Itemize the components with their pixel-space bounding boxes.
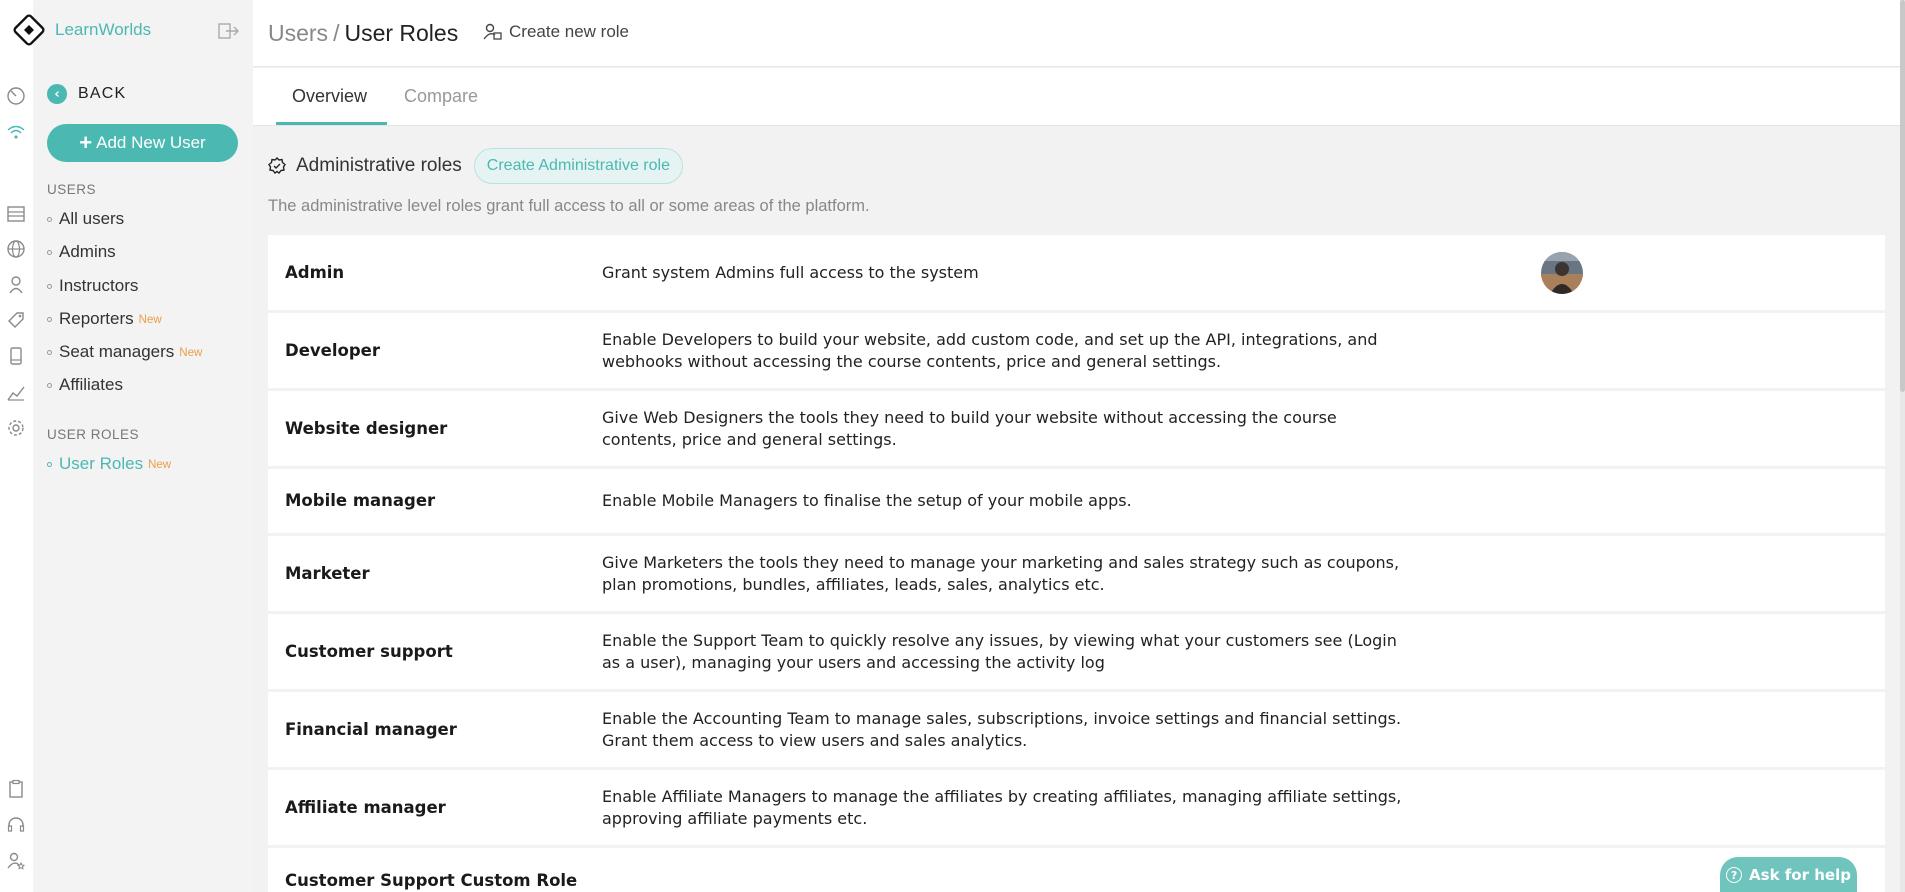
active-tab-indicator [276,122,387,125]
role-name: Admin [285,263,345,282]
new-badge: New [148,459,172,471]
bullet-icon [47,382,52,388]
sidebar-item-label: User Roles [59,454,144,473]
bullet-icon [47,349,52,355]
role-row-mobile-manager[interactable]: Mobile manager Enable Mobile Managers to… [268,469,1885,533]
sidebar-item-reporters[interactable]: Reporters New [47,309,162,329]
role-row-customer-support-custom-role[interactable]: Customer Support Custom Role [268,848,1885,892]
user-star-icon[interactable] [4,849,28,873]
top-bar: Users / User Roles Create new role [253,0,1905,67]
role-name: Mobile manager [285,491,436,510]
sidebar-item-label: Seat managers [59,342,175,361]
back-button[interactable]: ‹ BACK [47,84,126,104]
sidebar-item-label: Reporters [59,309,134,328]
role-description: Enable Developers to build your website,… [602,330,1378,371]
role-description: Enable the Support Team to quickly resol… [602,631,1397,672]
headset-icon[interactable] [4,813,28,837]
dashboard-icon[interactable] [4,84,28,108]
role-name: Affiliate manager [285,798,446,817]
back-label: BACK [78,85,127,102]
sidebar-item-admins[interactable]: Admins [47,242,116,262]
logout-icon[interactable] [218,22,242,42]
section-title: Administrative roles [296,155,462,176]
new-badge: New [179,347,203,359]
sidebar-item-label: All users [59,209,125,228]
tab-bar: Overview Compare [253,68,1905,126]
role-description: Give Web Designers the tools they need t… [602,408,1337,449]
role-description: Give Marketers the tools they need to ma… [602,553,1400,594]
role-name: Developer [285,341,380,360]
role-name: Customer support [285,642,453,661]
role-row-financial-manager[interactable]: Financial manager Enable the Accounting … [268,692,1885,767]
role-name: Customer Support Custom Role [285,871,578,890]
sidebar-item-label: Admins [59,242,116,261]
breadcrumb: Users / User Roles [268,20,458,47]
wifi-icon[interactable] [4,120,28,144]
sidebar-item-instructors[interactable]: Instructors [47,276,138,296]
avatar[interactable] [1541,252,1583,294]
ask-for-help-button[interactable]: ? Ask for help [1720,857,1857,892]
role-description: Enable Mobile Managers to finalise the s… [602,491,1132,510]
role-row-affiliate-manager[interactable]: Affiliate manager Enable Affiliate Manag… [268,770,1885,845]
breadcrumb-users[interactable]: Users [268,20,328,46]
brand[interactable]: LearnWorlds [12,13,151,47]
gear-icon[interactable] [4,416,28,440]
add-new-user-label: Add New User [96,133,206,152]
ask-for-help-label: Ask for help [1749,866,1851,884]
chart-icon[interactable] [4,380,28,404]
clipboard-icon[interactable] [4,777,28,801]
role-name: Website designer [285,419,448,438]
question-icon: ? [1726,867,1743,883]
role-row-customer-support[interactable]: Customer support Enable the Support Team… [268,614,1885,689]
tab-compare[interactable]: Compare [404,86,478,107]
bullet-icon [47,249,52,255]
page-title: User Roles [344,20,459,46]
role-row-admin[interactable]: Admin Grant system Admins full access to… [268,235,1885,310]
user-role-icon [483,23,502,40]
chevron-left-icon: ‹ [47,84,67,104]
role-name: Financial manager [285,720,457,739]
create-new-role-button[interactable]: Create new role [483,22,629,42]
role-row-developer[interactable]: Developer Enable Developers to build you… [268,313,1885,388]
sidebar: LearnWorlds ‹ BACK + Add New User USERS … [13,0,253,892]
plus-icon: + [79,130,93,155]
create-administrative-role-button[interactable]: Create Administrative role [473,148,683,184]
sidebar-item-user-roles[interactable]: User Roles New [47,454,171,474]
sidebar-item-affiliates[interactable]: Affiliates [47,375,123,395]
sidebar-item-seat-managers[interactable]: Seat managers New [47,342,202,362]
user-icon[interactable] [4,273,28,297]
role-description: Grant system Admins full access to the s… [602,263,979,282]
scrollbar-thumb[interactable] [1900,0,1905,392]
user-roles-heading: USER ROLES [47,427,140,442]
tag-icon[interactable] [4,308,28,332]
bullet-icon [47,461,52,467]
role-row-website-designer[interactable]: Website designer Give Web Designers the … [268,391,1885,466]
create-new-role-label: Create new role [509,22,630,41]
bullet-icon [47,216,52,222]
bullet-icon [47,283,52,289]
list-icon[interactable] [4,202,28,226]
new-badge: New [138,314,162,326]
add-new-user-button[interactable]: + Add New User [47,124,238,162]
section-header: Administrative roles Create Administrati… [268,148,683,184]
sidebar-item-label: Instructors [59,276,139,295]
sidebar-item-label: Affiliates [59,375,123,394]
role-description: Enable the Accounting Team to manage sal… [602,709,1402,750]
icon-rail [0,0,33,892]
role-description: Enable Affiliate Managers to manage the … [602,787,1402,828]
tab-overview[interactable]: Overview [292,86,367,107]
main-content: Users / User Roles Create new role Overvie… [253,0,1905,892]
admin-badge-icon [268,157,286,174]
mobile-icon[interactable] [4,344,28,368]
role-row-marketer[interactable]: Marketer Give Marketers the tools they n… [268,536,1885,611]
users-heading: USERS [47,182,97,197]
section-description: The administrative level roles grant ful… [268,197,870,215]
learnworlds-logo-icon [12,13,46,47]
brand-name: LearnWorlds [55,20,152,39]
bullet-icon [47,316,52,322]
globe-icon[interactable] [4,237,28,261]
role-name: Marketer [285,564,370,583]
sidebar-item-all-users[interactable]: All users [47,209,124,229]
breadcrumb-separator: / [333,20,340,46]
